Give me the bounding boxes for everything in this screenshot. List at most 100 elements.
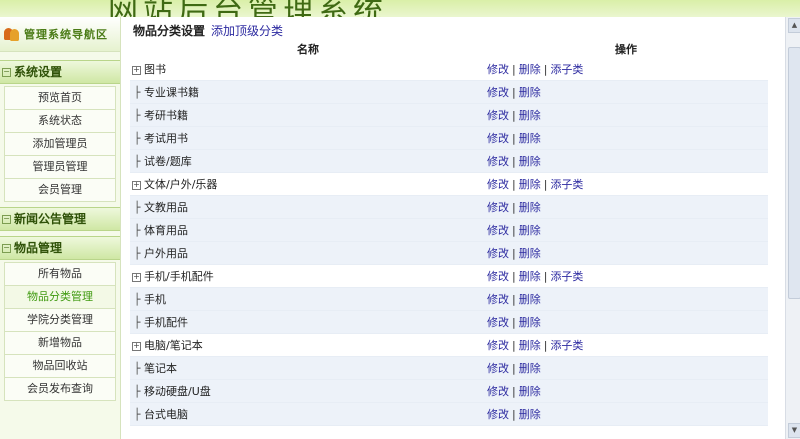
delete-link[interactable]: 删除 [519, 155, 541, 168]
collapse-icon[interactable]: − [2, 244, 11, 253]
sidebar-item[interactable]: 预览首页 [4, 86, 116, 110]
sidebar-item[interactable]: 物品回收站 [4, 355, 116, 378]
sidebar-item[interactable]: 会员管理 [4, 179, 116, 202]
main-content: 物品分类设置 添加顶级分类 名称 操作 + 图书 修改 | 删除 | 添子类 ├ 专业课书籍 修改 |… [121, 17, 785, 439]
edit-link[interactable]: 修改 [487, 247, 509, 260]
delete-link[interactable]: 删除 [519, 339, 541, 352]
sidebar-item[interactable]: 管理员管理 [4, 156, 116, 179]
sidebar-header-label: 管理系统导航区 [24, 28, 108, 41]
sidebar-item[interactable]: 物品分类管理 [4, 286, 116, 309]
category-ops-cell: 修改 | 删除 | 添子类 [487, 334, 768, 357]
sidebar-group-1[interactable]: − 新闻公告管理 [0, 207, 120, 231]
edit-link[interactable]: 修改 [487, 63, 509, 76]
category-ops-cell: 修改 | 删除 [487, 150, 768, 173]
tree-branch-icon: ├ [133, 224, 141, 237]
delete-link[interactable]: 删除 [519, 293, 541, 306]
expand-icon[interactable]: + [132, 272, 141, 282]
sidebar-item[interactable]: 新增物品 [4, 332, 116, 355]
column-header-ops: 操作 [615, 43, 637, 56]
delete-link[interactable]: 删除 [519, 224, 541, 237]
table-row: ├ 台式电脑 修改 | 删除 [130, 403, 768, 426]
edit-link[interactable]: 修改 [487, 362, 509, 375]
tree-branch-icon: ├ [133, 86, 141, 99]
tree-branch-icon: ├ [133, 155, 141, 168]
edit-link[interactable]: 修改 [487, 339, 509, 352]
delete-link[interactable]: 删除 [519, 247, 541, 260]
tree-branch-icon: ├ [133, 132, 141, 145]
edit-link[interactable]: 修改 [487, 270, 509, 283]
delete-link[interactable]: 删除 [519, 86, 541, 99]
category-ops-cell: 修改 | 删除 [487, 127, 768, 150]
category-ops-cell: 修改 | 删除 [487, 104, 768, 127]
delete-link[interactable]: 删除 [519, 132, 541, 145]
expand-icon[interactable]: + [132, 341, 141, 351]
tree-branch-icon: ├ [133, 247, 141, 260]
scroll-up-icon[interactable]: ▲ [788, 18, 800, 33]
scrollbar-thumb[interactable] [788, 47, 800, 299]
category-ops-cell: 修改 | 删除 [487, 242, 768, 265]
category-ops-cell: 修改 | 删除 [487, 380, 768, 403]
category-name-cell: ├ 考试用书 [130, 127, 487, 150]
sidebar-group-2[interactable]: − 物品管理 [0, 236, 120, 260]
category-name: 电脑/笔记本 [144, 339, 203, 352]
sidebar-group-0[interactable]: − 系统设置 [0, 60, 120, 84]
delete-link[interactable]: 删除 [519, 362, 541, 375]
edit-link[interactable]: 修改 [487, 132, 509, 145]
delete-link[interactable]: 删除 [519, 270, 541, 283]
edit-link[interactable]: 修改 [487, 201, 509, 214]
add-child-link[interactable]: 添子类 [550, 63, 583, 76]
add-child-link[interactable]: 添子类 [550, 178, 583, 191]
add-child-link[interactable]: 添子类 [550, 270, 583, 283]
users-icon [4, 26, 20, 42]
edit-link[interactable]: 修改 [487, 178, 509, 191]
add-child-link[interactable]: 添子类 [550, 339, 583, 352]
edit-link[interactable]: 修改 [487, 385, 509, 398]
edit-link[interactable]: 修改 [487, 109, 509, 122]
separator: | [512, 224, 516, 237]
table-row: ├ 专业课书籍 修改 | 删除 [130, 81, 768, 104]
category-name: 试卷/题库 [144, 155, 192, 168]
separator: | [512, 408, 516, 421]
edit-link[interactable]: 修改 [487, 86, 509, 99]
separator: | [512, 270, 516, 283]
edit-link[interactable]: 修改 [487, 293, 509, 306]
category-name-cell: ├ 户外用品 [130, 242, 487, 265]
edit-link[interactable]: 修改 [487, 224, 509, 237]
expand-icon[interactable]: + [132, 65, 141, 75]
separator: | [543, 63, 548, 76]
collapse-icon[interactable]: − [2, 215, 11, 224]
category-name-cell: ├ 考研书籍 [130, 104, 487, 127]
category-ops-cell: 修改 | 删除 [487, 81, 768, 104]
separator: | [512, 385, 516, 398]
table-row: + 电脑/笔记本 修改 | 删除 | 添子类 [130, 334, 768, 357]
delete-link[interactable]: 删除 [519, 178, 541, 191]
delete-link[interactable]: 删除 [519, 201, 541, 214]
tree-branch-icon: ├ [133, 385, 141, 398]
delete-link[interactable]: 删除 [519, 316, 541, 329]
table-row: ├ 笔记本 修改 | 删除 [130, 357, 768, 380]
category-name-cell: + 电脑/笔记本 [130, 334, 487, 357]
delete-link[interactable]: 删除 [519, 385, 541, 398]
sidebar-group-label: 物品管理 [14, 241, 63, 255]
edit-link[interactable]: 修改 [487, 408, 509, 421]
vertical-scrollbar[interactable]: ▲ ▼ [785, 17, 800, 439]
delete-link[interactable]: 删除 [519, 109, 541, 122]
sidebar-item[interactable]: 添加管理员 [4, 133, 116, 156]
edit-link[interactable]: 修改 [487, 316, 509, 329]
delete-link[interactable]: 删除 [519, 63, 541, 76]
collapse-icon[interactable]: − [2, 68, 11, 77]
sidebar-item[interactable]: 学院分类管理 [4, 309, 116, 332]
scroll-down-icon[interactable]: ▼ [788, 423, 800, 438]
edit-link[interactable]: 修改 [487, 155, 509, 168]
category-name: 考研书籍 [144, 109, 188, 122]
delete-link[interactable]: 删除 [519, 408, 541, 421]
add-top-category-link[interactable]: 添加顶级分类 [211, 24, 283, 38]
table-row: ├ 手机 修改 | 删除 [130, 288, 768, 311]
category-name-cell: ├ 移动硬盘/U盘 [130, 380, 487, 403]
sidebar-item[interactable]: 会员发布查询 [4, 378, 116, 401]
sidebar-item[interactable]: 系统状态 [4, 110, 116, 133]
tree-branch-icon: ├ [133, 408, 141, 421]
column-headers: 名称 操作 [121, 42, 785, 58]
sidebar-item[interactable]: 所有物品 [4, 262, 116, 286]
expand-icon[interactable]: + [132, 180, 141, 190]
